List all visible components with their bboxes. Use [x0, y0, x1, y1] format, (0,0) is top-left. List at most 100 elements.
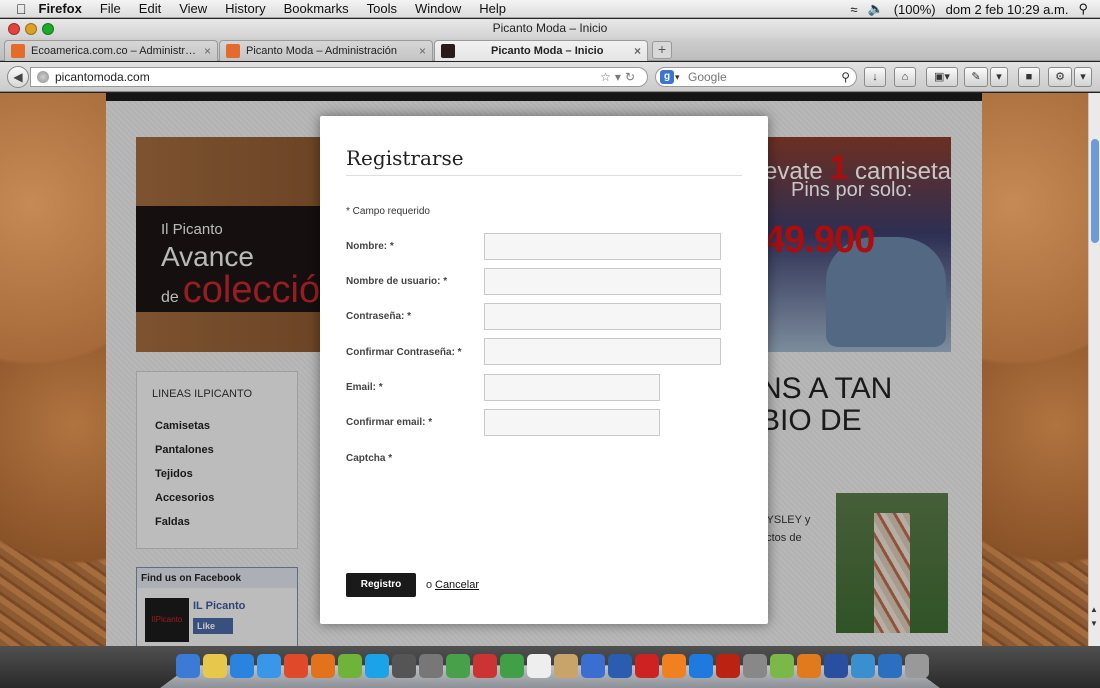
dock-icon-maps[interactable]: [446, 654, 470, 678]
menu-window[interactable]: Window: [415, 1, 461, 16]
email-field[interactable]: [484, 374, 660, 401]
menu-view[interactable]: View: [179, 1, 207, 16]
scrollbar-thumb[interactable]: [1091, 139, 1099, 243]
title-divider: [346, 175, 742, 176]
menu-help[interactable]: Help: [479, 1, 506, 16]
dock-icon-activity[interactable]: [392, 654, 416, 678]
required-note: * Campo requerido: [346, 206, 430, 217]
minimize-window-icon[interactable]: [25, 23, 37, 35]
dock-icon-vlc[interactable]: [662, 654, 686, 678]
close-window-icon[interactable]: [8, 23, 20, 35]
new-tab-button[interactable]: +: [652, 41, 672, 59]
close-tab-icon[interactable]: ×: [634, 44, 641, 58]
screenshot-button[interactable]: ▣▾: [926, 67, 958, 87]
cancel-link[interactable]: Cancelar: [435, 579, 479, 591]
dock-icon-weebly[interactable]: [878, 654, 902, 678]
menu-edit[interactable]: Edit: [139, 1, 161, 16]
search-placeholder: Google: [688, 70, 727, 84]
page-scrollbar[interactable]: ▲ ▼: [1088, 93, 1100, 646]
name-label: Nombre: *: [346, 241, 394, 252]
dock-icon-utility[interactable]: [419, 654, 443, 678]
dock-icon-gift[interactable]: [473, 654, 497, 678]
username-field[interactable]: [484, 268, 721, 295]
menu-history[interactable]: History: [225, 1, 265, 16]
home-button[interactable]: ⌂: [894, 67, 916, 87]
tab-favicon-icon: [11, 44, 25, 58]
dock-icon-acrobat[interactable]: [716, 654, 740, 678]
chevron-down-icon[interactable]: ▾: [675, 68, 680, 86]
clock[interactable]: dom 2 feb 10:29 a.m.: [946, 2, 1069, 17]
tab-bar: Ecoamerica.com.co – Administr… × Picanto…: [0, 38, 1100, 61]
username-label: Nombre de usuario: *: [346, 276, 448, 287]
back-button[interactable]: ◀: [7, 66, 29, 88]
menu-bookmarks[interactable]: Bookmarks: [284, 1, 349, 16]
wifi-icon[interactable]: ≈: [850, 2, 857, 17]
or-text: o: [426, 579, 433, 591]
background-texture-right: [982, 93, 1088, 646]
scroll-down-icon[interactable]: ▼: [1090, 619, 1098, 628]
search-icon[interactable]: ⚲: [841, 68, 850, 86]
battery-status[interactable]: (100%): [894, 2, 936, 17]
gear-icon[interactable]: ⚙: [1048, 67, 1072, 87]
search-bar[interactable]: g ▾ Google ⚲: [655, 67, 857, 87]
confirm-email-field[interactable]: [484, 409, 660, 436]
dock-icon-calendar[interactable]: [527, 654, 551, 678]
background-texture-left: [0, 93, 106, 646]
dock-icon-firefox[interactable]: [311, 654, 335, 678]
addon-button[interactable]: ✎: [964, 67, 988, 87]
dock-icon-spotify[interactable]: [338, 654, 362, 678]
dock-icon-chrome[interactable]: [284, 654, 308, 678]
dock-icon-trash[interactable]: [905, 654, 929, 678]
zoom-window-icon[interactable]: [42, 23, 54, 35]
dock-icon-finder[interactable]: [176, 654, 200, 678]
tab-favicon-icon: [226, 44, 240, 58]
chevron-down-icon[interactable]: ▾: [1074, 67, 1092, 87]
url-text: picantomoda.com: [55, 70, 150, 84]
dock-icon-stickies[interactable]: [203, 654, 227, 678]
dock-icon-box[interactable]: [770, 654, 794, 678]
menu-file[interactable]: File: [100, 1, 121, 16]
dock-icon-dropbox[interactable]: [689, 654, 713, 678]
google-icon[interactable]: g: [660, 70, 674, 84]
close-tab-icon[interactable]: ×: [204, 44, 211, 58]
url-bar[interactable]: picantomoda.com ☆▾↻: [30, 67, 648, 87]
modal-title: Registrarse: [346, 146, 464, 170]
tab-admin[interactable]: Picanto Moda – Administración ×: [219, 40, 433, 61]
confirm-password-label: Confirmar Contraseña: *: [346, 347, 462, 358]
dock-icon-safari[interactable]: [257, 654, 281, 678]
dock-icon-lightroom[interactable]: [797, 654, 821, 678]
scroll-up-icon[interactable]: ▲: [1090, 605, 1098, 614]
name-field[interactable]: [484, 233, 721, 260]
volume-icon[interactable]: 🔈: [868, 1, 884, 17]
dock-icon-filezilla[interactable]: [635, 654, 659, 678]
spotlight-icon[interactable]: ⚲: [1078, 1, 1088, 17]
tab-favicon-icon: [441, 44, 455, 58]
dock-icon-itunes[interactable]: [581, 654, 605, 678]
menu-tools[interactable]: Tools: [367, 1, 397, 16]
dock-icon-adium[interactable]: [608, 654, 632, 678]
apple-menu-icon[interactable]: : [16, 1, 27, 17]
dock-icon-clipview[interactable]: [743, 654, 767, 678]
close-tab-icon[interactable]: ×: [419, 44, 426, 58]
addon-yellow-button[interactable]: ■: [1018, 67, 1040, 87]
register-modal: Registrarse * Campo requerido Nombre: * …: [320, 116, 768, 624]
bookmark-star-icon[interactable]: ☆▾↻: [600, 68, 639, 86]
dock-icon-ultra[interactable]: [851, 654, 875, 678]
dock-icon-app-store[interactable]: [230, 654, 254, 678]
password-label: Contraseña: *: [346, 311, 412, 322]
tab-inicio[interactable]: Picanto Moda – Inicio ×: [434, 40, 648, 61]
dock-icon-photoshop[interactable]: [824, 654, 848, 678]
dock-icon-skype[interactable]: [365, 654, 389, 678]
window-title: Picanto Moda – Inicio: [492, 21, 608, 35]
tab-label: Ecoamerica.com.co – Administr…: [31, 45, 197, 57]
menu-firefox[interactable]: Firefox: [39, 1, 82, 16]
password-field[interactable]: [484, 303, 721, 330]
dock-icon-preview[interactable]: [554, 654, 578, 678]
dock-icon-leaf[interactable]: [500, 654, 524, 678]
register-button[interactable]: Registro: [346, 573, 416, 597]
tab-label: Picanto Moda – Inicio: [491, 45, 604, 57]
tab-ecoamerica[interactable]: Ecoamerica.com.co – Administr… ×: [4, 40, 218, 61]
download-button[interactable]: ↓: [864, 67, 886, 87]
chevron-down-icon[interactable]: ▾: [990, 67, 1008, 87]
confirm-password-field[interactable]: [484, 338, 721, 365]
